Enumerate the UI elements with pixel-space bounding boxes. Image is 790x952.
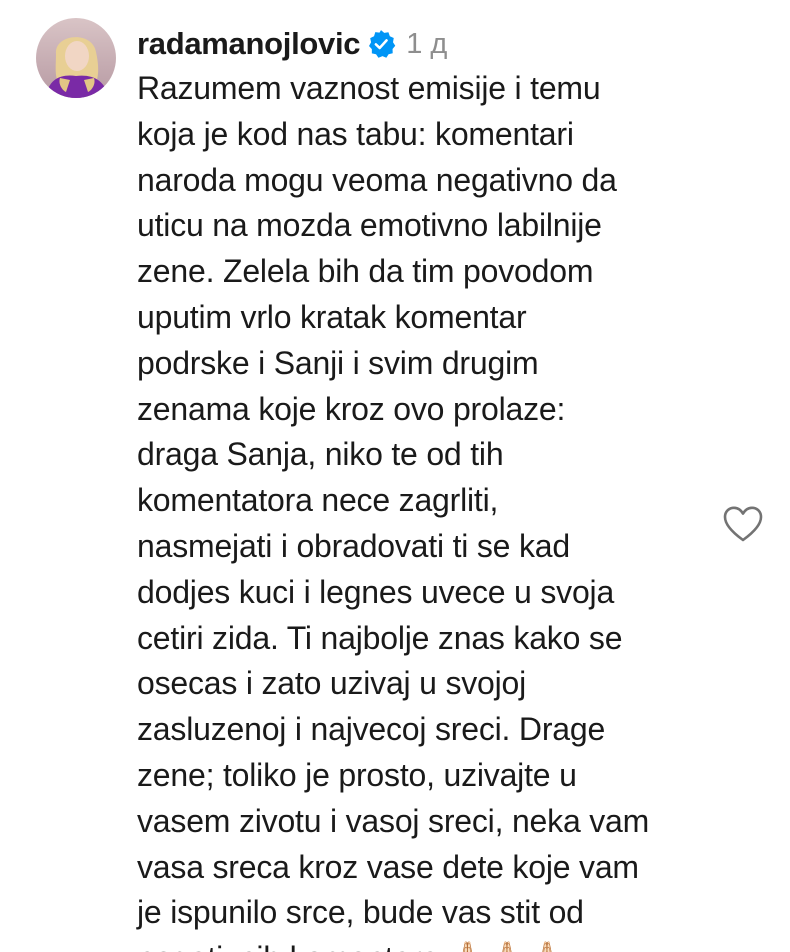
like-button[interactable] xyxy=(722,505,764,543)
verified-badge-icon xyxy=(366,29,396,59)
comment-item: radamanojlovic 1 д Razumem vaznost emisi… xyxy=(0,0,790,952)
comment-text-line: nasmejati i obradovati ti se kad xyxy=(137,527,570,564)
comment-text-line: uticu na mozda emotivno labilnije xyxy=(137,207,602,244)
comment-text-line: uputim vrlo kratak komentar xyxy=(137,298,527,335)
avatar[interactable] xyxy=(36,18,116,98)
comment-text-line: zenama koje kroz ovo prolaze: xyxy=(137,390,566,427)
comment-text-line: zene; toliko je prosto, uzivajte u xyxy=(137,756,577,793)
comment-text-line: podrske i Sanji i svim drugim xyxy=(137,344,539,381)
comment-text-line: zene. Zelela bih da tim povodom xyxy=(137,253,594,290)
comment-text: Razumem vaznost emisije i temu koja je k… xyxy=(137,66,697,952)
comment-header: radamanojlovic 1 д xyxy=(137,22,697,66)
username[interactable]: radamanojlovic xyxy=(137,26,361,62)
comment-text-line: komentatora nece zagrliti, xyxy=(137,482,499,519)
comment-text-line: vasem zivotu i vasoj sreci, neka vam xyxy=(137,802,650,839)
comment-body: radamanojlovic 1 д Razumem vaznost emisi… xyxy=(137,22,697,952)
comment-text-line: Razumem vaznost emisije i temu xyxy=(137,70,601,106)
comment-text-line: draga Sanja, niko te od tih xyxy=(137,436,504,473)
avatar-image xyxy=(36,18,116,98)
comment-text-line: cetiri zida. Ti najbolje znas kako se xyxy=(137,619,623,656)
comment-text-line: vasa sreca kroz vase dete koje vam xyxy=(137,848,639,885)
comment-timestamp: 1 д xyxy=(406,27,448,60)
comment-text-line: dodjes kuci i legnes uvece u svoja xyxy=(137,573,615,610)
heart-outline-icon xyxy=(723,506,763,542)
comment-text-line: naroda mogu veoma negativno da xyxy=(137,161,617,198)
comment-text-line: je ispunilo srce, bude vas stit od xyxy=(137,894,584,931)
comment-text-line: negativnih komentara 🙏🏻🙏🏻🙏🏻 xyxy=(137,936,697,952)
comment-text-line: osecas i zato uzivaj u svojoj xyxy=(137,665,527,702)
comment-text-line: koja je kod nas tabu: komentari xyxy=(137,115,574,152)
comment-text-line: zasluzenoj i najvecoj sreci. Drage xyxy=(137,711,606,748)
